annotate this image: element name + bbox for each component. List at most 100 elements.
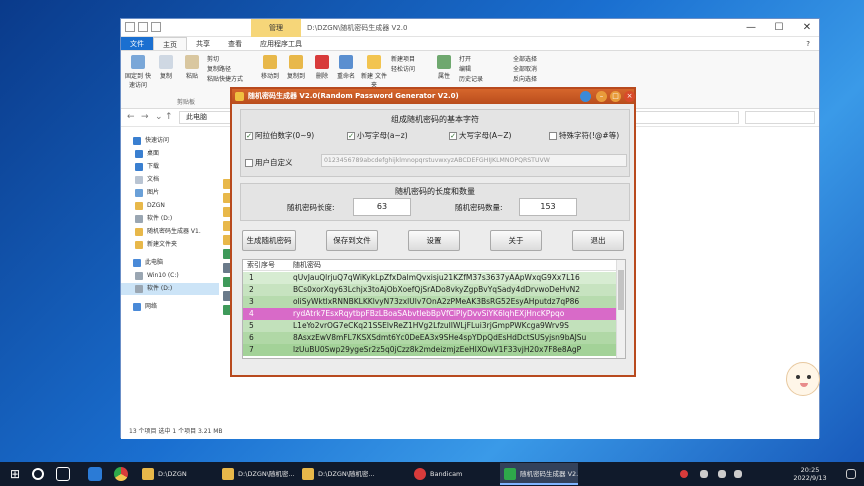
column-index-header[interactable]: 索引序号 xyxy=(247,260,275,271)
tab-home[interactable]: 主页 xyxy=(153,37,187,50)
table-row-selected[interactable]: 4 rydAtrk7EsxRqytbpFBzLBoaSAbvtlebBpVfClP… xyxy=(243,308,617,320)
history-button[interactable]: 历史记录 xyxy=(459,75,483,85)
table-row[interactable]: 2 BCs0xorXqy63Lchjx3toAjObXoefQjSrADo8vky… xyxy=(243,284,617,296)
clock[interactable]: 20:25 2022/9/13 xyxy=(780,466,840,482)
invert-selection-button[interactable]: 反向选择 xyxy=(513,75,537,85)
rename-button[interactable]: 重命名 xyxy=(333,55,359,80)
taskbar-item-explorer-1[interactable]: D:\DZGN\随机密... xyxy=(218,463,296,485)
move-to-button[interactable]: 移动到 xyxy=(257,55,283,80)
table-row[interactable]: 3 oliSyWktlxRNNBKLKKlvyN73zxlUlv7OnA2zPMe… xyxy=(243,296,617,308)
volume-icon[interactable] xyxy=(734,470,742,478)
nav-this-pc[interactable]: 此电脑 xyxy=(121,257,219,269)
maximize-button[interactable]: ☐ xyxy=(765,19,793,37)
easy-access-button[interactable]: 轻松访问 xyxy=(391,65,415,75)
special-chars-checkbox[interactable]: 特殊字符(!@#等) xyxy=(549,130,619,141)
table-row[interactable]: 6 8AsxzEwV8mFL7KSXSdmt6Yc0DeEA3x9SHe4spYD… xyxy=(243,332,617,344)
save-to-file-button[interactable]: 保存到文件 xyxy=(326,230,378,251)
nav-network[interactable]: 网络 xyxy=(121,301,219,313)
properties-button[interactable]: 属性 xyxy=(431,55,457,80)
nav-dzgn[interactable]: DZGN xyxy=(121,200,219,212)
nav-downloads[interactable]: 下载 xyxy=(121,161,219,173)
nav-drive-d-selected[interactable]: 软件 (D:) xyxy=(121,283,219,295)
up-arrow-icon[interactable]: ↑ xyxy=(165,112,173,122)
forward-arrow-icon[interactable]: → xyxy=(141,112,149,122)
edge-icon[interactable] xyxy=(88,467,102,481)
windows-start-icon[interactable]: ⊞ xyxy=(8,467,22,481)
digits-checkbox[interactable]: ✓ 阿拉伯数字(0~9) xyxy=(245,130,314,141)
table-header: 索引序号 随机密码 xyxy=(243,260,617,271)
search-input[interactable] xyxy=(745,111,815,124)
tab-share[interactable]: 共享 xyxy=(187,37,219,50)
cut-button[interactable]: 剪切 xyxy=(207,55,243,65)
copy-to-button[interactable]: 复制到 xyxy=(283,55,309,80)
new-folder-button[interactable]: 新建 文件夹 xyxy=(361,55,387,89)
new-item-button[interactable]: 新建项目 xyxy=(391,55,415,65)
folder-icon xyxy=(222,468,234,480)
nav-pictures[interactable]: 图片 xyxy=(121,187,219,199)
tab-manage[interactable]: 管理 xyxy=(251,19,301,37)
uppercase-checkbox[interactable]: ✓ 大写字母(A~Z) xyxy=(449,130,511,141)
count-input[interactable]: 153 xyxy=(519,198,577,216)
maximize-button[interactable]: □ xyxy=(610,91,621,102)
table-row[interactable]: 1 qUvJauQlrjuQ7qWiKykLpZfxDalmQvxisju21KZ… xyxy=(243,272,617,284)
close-button[interactable]: × xyxy=(624,91,635,102)
chevron-down-icon[interactable]: ⌄ xyxy=(155,112,163,122)
tray-icon[interactable] xyxy=(700,470,708,478)
lowercase-checkbox[interactable]: ✓ 小写字母(a~z) xyxy=(347,130,408,141)
search-icon[interactable] xyxy=(32,468,44,480)
nav-documents[interactable]: 文档 xyxy=(121,174,219,186)
open-button[interactable]: 打开 xyxy=(459,55,483,65)
select-all-button[interactable]: 全部选择 xyxy=(513,55,537,65)
save-icon[interactable] xyxy=(125,22,135,32)
generate-button[interactable]: 生成随机密码 xyxy=(242,230,296,251)
taskbar-item-bandicam[interactable]: Bandicam xyxy=(410,463,488,485)
tab-app-tools[interactable]: 应用程序工具 xyxy=(251,37,311,50)
taskbar-item-dzgn[interactable]: D:\DZGN xyxy=(138,463,216,485)
chrome-icon[interactable] xyxy=(114,467,128,481)
tray-record-icon[interactable] xyxy=(680,470,688,478)
select-none-button[interactable]: 全部取消 xyxy=(513,65,537,75)
nav-new-folder[interactable]: 新建文件夹 xyxy=(121,239,219,251)
rename-icon xyxy=(339,55,353,69)
taskbar-item-explorer-2[interactable]: D:\DZGN\随机密... xyxy=(298,463,376,485)
pin-button[interactable]: 固定到 快速访问 xyxy=(125,55,151,89)
nav-desktop[interactable]: 桌面 xyxy=(121,148,219,160)
task-view-icon[interactable] xyxy=(56,467,70,481)
chevron-down-icon[interactable] xyxy=(151,22,161,32)
folder-icon[interactable] xyxy=(138,22,148,32)
notification-icon[interactable] xyxy=(846,469,856,479)
close-button[interactable]: ✕ xyxy=(793,19,821,37)
minimize-button[interactable]: – xyxy=(596,91,607,102)
nav-drive-d[interactable]: 软件 (D:) xyxy=(121,213,219,225)
table-scrollbar[interactable] xyxy=(616,260,625,358)
nav-quick-access[interactable]: 快速访问 xyxy=(121,135,219,147)
settings-button[interactable]: 设置 xyxy=(408,230,460,251)
paste-shortcut-button[interactable]: 粘贴快捷方式 xyxy=(207,75,243,85)
delete-button[interactable]: 删除 xyxy=(309,55,335,80)
exit-button[interactable]: 退出 xyxy=(572,230,624,251)
about-button[interactable]: 关于 xyxy=(490,230,542,251)
tab-view[interactable]: 查看 xyxy=(219,37,251,50)
column-password-header[interactable]: 随机密码 xyxy=(293,260,321,271)
paste-button[interactable]: 粘贴 xyxy=(179,55,205,80)
nav-drive-c[interactable]: Win10 (C:) xyxy=(121,270,219,282)
length-input[interactable]: 63 xyxy=(353,198,411,216)
picture-icon xyxy=(135,189,143,197)
custom-chars-checkbox[interactable]: 用户自定义 xyxy=(245,157,293,168)
back-arrow-icon[interactable]: ← xyxy=(127,112,135,122)
charset-field[interactable]: 0123456789abcdefghijklmnopqrstuvwxyzABCD… xyxy=(321,154,627,167)
tab-file[interactable]: 文件 xyxy=(121,37,153,50)
length-count-title: 随机密码的长度和数量 xyxy=(395,187,475,196)
scrollbar-thumb[interactable] xyxy=(618,270,624,310)
copy-path-button[interactable]: 复制路径 xyxy=(207,65,243,75)
table-row[interactable]: 7 lzUuBU0Swp29ygeSr2z5q0jCzz8k2mdeizmjzEe… xyxy=(243,344,617,356)
copy-button[interactable]: 复制 xyxy=(153,55,179,80)
shield-icon[interactable] xyxy=(580,91,591,102)
table-row[interactable]: 5 L1eYo2vrOG7eCKq21SSElvReZ1HVg2LfzuIIWLj… xyxy=(243,320,617,332)
network-icon[interactable] xyxy=(718,470,726,478)
nav-generator-v1[interactable]: 随机密码生成器 V1. xyxy=(121,226,219,238)
help-icon[interactable]: ? xyxy=(797,37,819,50)
taskbar-item-generator[interactable]: 随机密码生成器 V2... xyxy=(500,463,578,485)
minimize-button[interactable]: — xyxy=(737,19,765,37)
edit-button[interactable]: 编辑 xyxy=(459,65,483,75)
